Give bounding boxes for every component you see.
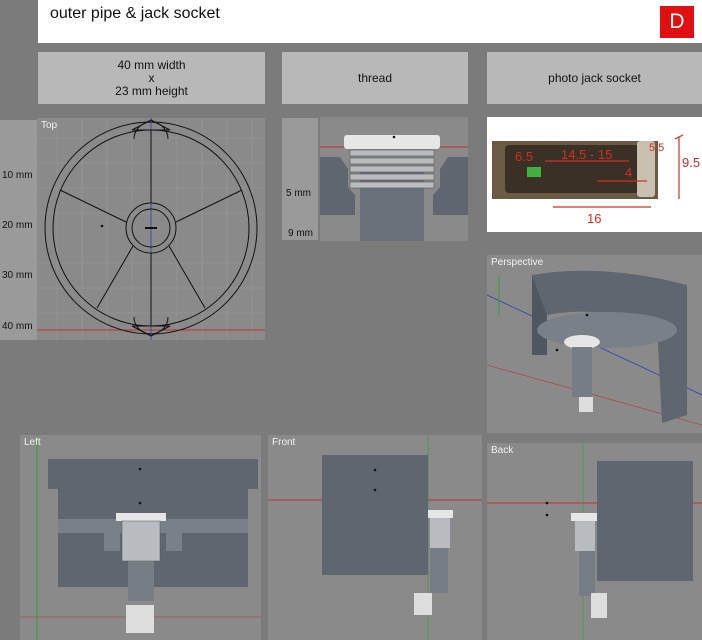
viewport-perspective[interactable]: Perspective: [487, 255, 702, 433]
annotation-4: 4: [625, 165, 632, 180]
annotation-16: 16: [587, 211, 601, 226]
dimensions-height: 23 mm height: [115, 83, 188, 98]
thread-drawing: [320, 135, 468, 241]
annotation-14-5-15: 14.5 - 15: [561, 147, 612, 162]
badge-d: D: [660, 6, 694, 38]
thread-label: thread: [282, 52, 468, 104]
viewport-left-label: Left: [24, 437, 41, 448]
jack-socket-photo: 6.5 14.5 - 15 5.5 9.5 4 16: [487, 117, 702, 232]
dimensions-label: 40 mm width x 23 mm height: [38, 52, 265, 104]
dimensions-x: x: [148, 70, 155, 85]
scale-10mm: 10 mm: [2, 170, 33, 181]
scale-9mm: 9 mm: [288, 228, 313, 239]
viewport-top-label: Top: [41, 120, 58, 131]
dimensions-width: 40 mm width: [117, 57, 186, 72]
annotation-5-5: 5.5: [649, 142, 664, 154]
jack-photo-drawing: 6.5 14.5 - 15 5.5 9.5 4 16: [492, 134, 700, 226]
annotation-9-5: 9.5: [682, 155, 700, 170]
viewport-back-label: Back: [491, 445, 514, 456]
page-title: outer pipe & jack socket: [50, 5, 220, 22]
viewport-back[interactable]: Back: [487, 443, 702, 640]
viewport-top[interactable]: Top: [37, 118, 265, 340]
viewport-left[interactable]: Left: [20, 435, 261, 640]
thread-scale-column: [282, 118, 318, 240]
scale-20mm: 20 mm: [2, 220, 33, 231]
scale-30mm: 30 mm: [2, 270, 33, 281]
viewport-front[interactable]: Front: [268, 435, 482, 640]
viewport-thread[interactable]: [320, 117, 468, 241]
annotation-6-5: 6.5: [515, 149, 533, 164]
scale-40mm: 40 mm: [2, 321, 33, 332]
header-bar: outer pipe & jack socket D: [38, 0, 702, 43]
viewport-perspective-label: Perspective: [491, 257, 544, 268]
scale-5mm: 5 mm: [286, 188, 311, 199]
perspective-drawing: [487, 270, 702, 426]
photo-label: photo jack socket: [487, 52, 702, 104]
top-view-drawing: [37, 118, 265, 340]
back-view-drawing: [487, 443, 702, 640]
viewport-front-label: Front: [272, 437, 296, 448]
left-view-drawing: [20, 435, 261, 640]
front-view-drawing: [268, 435, 482, 640]
